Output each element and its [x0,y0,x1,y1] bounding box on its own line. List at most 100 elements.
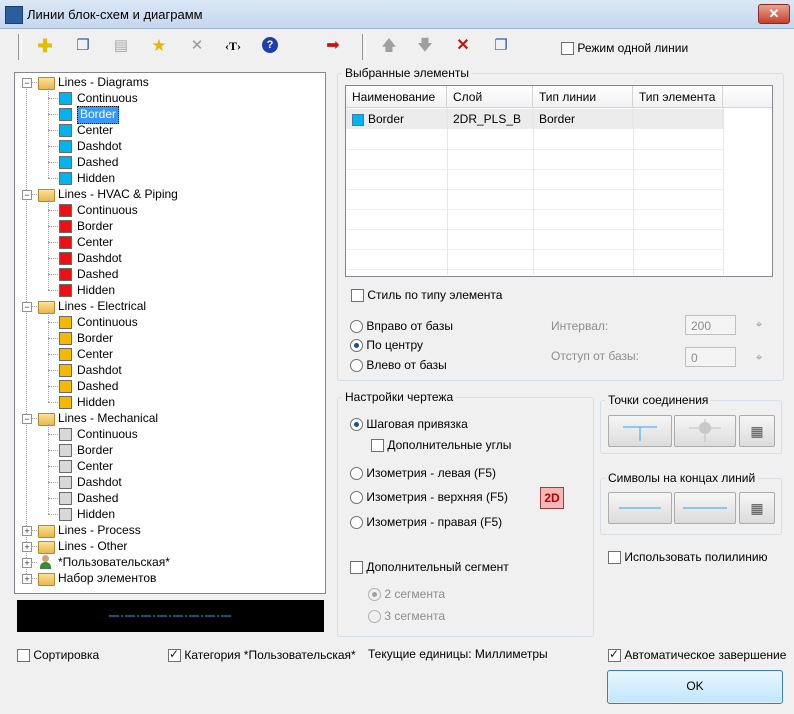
tree-group-5[interactable]: Lines - Other [58,538,127,554]
column-header-elementtype[interactable]: Тип элемента [633,86,723,108]
move-down-icon[interactable]: 🡇 [414,35,436,57]
tree-item-1-4[interactable]: Dashed [77,266,118,282]
sort-checkbox[interactable] [17,649,30,663]
extra-segment-option[interactable]: Дополнительный сегмент [350,560,509,575]
line-end-symbol-button[interactable] [674,492,736,524]
tree-item-0-4[interactable]: Dashed [77,154,118,170]
tree-item-3-1[interactable]: Border [77,442,113,458]
iso-top-radio[interactable] [350,491,363,505]
copy-selected-icon[interactable]: ❐ [490,35,512,57]
category-user-option[interactable]: Категория *Пользовательская* [168,647,356,663]
interval-pick-icon[interactable]: ⌖ [750,316,768,334]
help-icon[interactable]: ? [262,37,278,53]
tree-expander[interactable]: + [22,558,32,568]
tree-item-3-0[interactable]: Continuous [77,426,138,442]
iso-left-option[interactable]: Изометрия - левая (F5) [350,466,496,481]
tree-group-2[interactable]: Lines - Electrical [58,298,146,314]
tree-item-3-5[interactable]: Hidden [77,506,115,522]
tree-item-2-2[interactable]: Center [77,346,113,362]
tree-expander[interactable]: + [22,526,32,536]
align-center-radio[interactable] [350,339,363,353]
properties-icon[interactable]: ▤ [110,35,132,57]
offset-field[interactable]: 0 [685,347,736,367]
tree-item-0-3[interactable]: Dashdot [77,138,122,154]
style-by-type-checkbox[interactable] [351,289,364,303]
tree-expander[interactable]: − [22,190,32,200]
sort-option[interactable]: Сортировка [17,648,99,663]
tree-item-3-4[interactable]: Dashed [77,490,118,506]
line-end-properties-icon[interactable]: ▦ [739,492,775,524]
column-header-linetype[interactable]: Тип линии [533,86,633,108]
tree-group-0[interactable]: Lines - Diagrams [58,74,149,90]
connection-point-dot-button[interactable] [674,415,736,447]
tree-item-2-1[interactable]: Border [77,330,113,346]
tree-group-1[interactable]: Lines - HVAC & Piping [58,186,178,202]
tree-item-1-0[interactable]: Continuous [77,202,138,218]
table-row[interactable]: Border 2DR_PLS_B Border [346,109,723,129]
step-snap-radio[interactable] [350,418,363,432]
single-line-mode[interactable]: Режим одной линии [561,41,688,56]
tree-group-3[interactable]: Lines - Mechanical [58,410,158,426]
2d-mode-badge[interactable]: 2D [540,487,564,509]
auto-complete-checkbox[interactable] [608,647,621,663]
align-right-radio[interactable] [350,320,363,334]
tree-group-6[interactable]: *Пользовательская* [58,554,170,570]
add-icon[interactable]: ✚ [34,35,56,57]
tree-item-1-5[interactable]: Hidden [77,282,115,298]
three-segments-radio[interactable] [368,610,381,624]
two-segments-option[interactable]: 2 сегмента [368,587,445,602]
ok-button[interactable]: OK [607,670,783,704]
tree-expander[interactable]: + [22,542,32,552]
tree-expander[interactable]: − [22,414,32,424]
tree-item-1-3[interactable]: Dashdot [77,250,122,266]
step-snap-option[interactable]: Шаговая привязка [350,417,468,432]
tree-item-0-2[interactable]: Center [77,122,113,138]
line-types-tree[interactable]: − Lines - Diagrams Continuous Border Center D… [14,72,326,594]
align-left-option[interactable]: Влево от базы [350,358,447,373]
line-start-symbol-button[interactable] [608,492,672,524]
tree-item-2-0[interactable]: Continuous [77,314,138,330]
use-polyline-option[interactable]: Использовать полилинию [608,550,768,565]
tree-item-3-3[interactable]: Dashdot [77,474,122,490]
tree-item-2-3[interactable]: Dashdot [77,362,122,378]
tree-group-4[interactable]: Lines - Process [58,522,141,538]
iso-right-option[interactable]: Изометрия - правая (F5) [350,515,502,530]
category-user-checkbox[interactable] [168,647,181,663]
tree-expander[interactable]: + [22,574,32,584]
tree-item-3-2[interactable]: Center [77,458,113,474]
tree-item-0-5[interactable]: Hidden [77,170,115,186]
align-center-option[interactable]: По центру [350,338,423,353]
tree-item-2-4[interactable]: Dashed [77,378,118,394]
delete-icon[interactable]: ✕ [452,35,474,57]
interval-field[interactable]: 200 [685,315,736,335]
single-line-mode-checkbox[interactable] [561,42,574,56]
tree-item-0-0[interactable]: Continuous [77,90,138,106]
iso-left-radio[interactable] [350,467,363,481]
offset-pick-icon[interactable]: ⌖ [750,349,768,367]
column-header-layer[interactable]: Слой [447,86,533,108]
extra-segment-checkbox[interactable] [350,561,363,575]
extra-angles-checkbox[interactable] [371,439,384,453]
connection-properties-icon[interactable]: ▦ [739,415,775,447]
tree-expander[interactable]: − [22,302,32,312]
delete-disabled-icon[interactable]: ✕ [186,35,208,57]
extra-angles-option[interactable]: Дополнительные углы [371,438,511,453]
tree-item-1-1[interactable]: Border [77,218,113,234]
arrow-right-icon[interactable]: ➡ [322,35,344,57]
tree-expander[interactable]: − [22,78,32,88]
auto-complete-option[interactable]: Автоматическое завершение [608,647,786,663]
align-right-option[interactable]: Вправо от базы [350,319,453,334]
align-left-radio[interactable] [350,359,363,373]
tree-item-2-5[interactable]: Hidden [77,394,115,410]
tree-group-7[interactable]: Набор элементов [58,570,156,586]
two-segments-radio[interactable] [368,588,381,602]
three-segments-option[interactable]: 3 сегмента [368,609,445,624]
star-icon[interactable]: ★ [148,35,170,57]
tree-item-1-2[interactable]: Center [77,234,113,250]
text-icon[interactable]: ‹T› [222,35,244,57]
move-up-icon[interactable]: 🡅 [378,35,400,57]
close-button[interactable]: ✕ [758,4,790,24]
selected-elements-grid[interactable]: Наименование Слой Тип линии Тип элемента… [345,85,773,290]
style-by-type[interactable]: Стиль по типу элемента [351,288,502,303]
copy-icon[interactable]: ❐ [72,35,94,57]
